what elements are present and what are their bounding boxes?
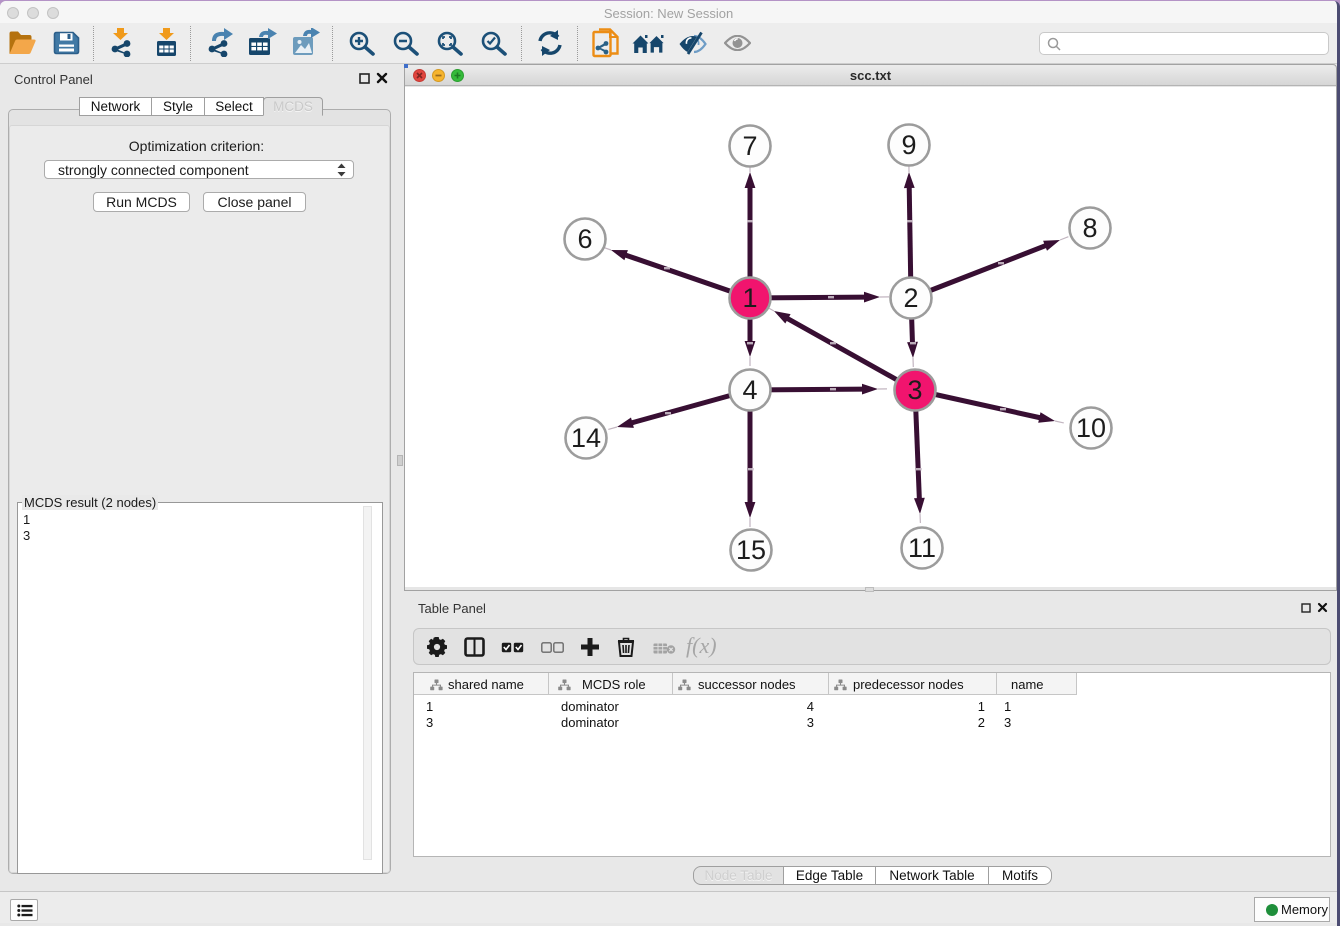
svg-text:15: 15 [736,535,766,565]
svg-text:8: 8 [1082,213,1097,243]
svg-text:9: 9 [901,130,916,160]
svg-text:4: 4 [742,375,757,405]
svg-text:7: 7 [742,131,757,161]
svg-text:1: 1 [742,283,757,313]
svg-text:3: 3 [907,375,922,405]
svg-text:11: 11 [908,533,936,563]
svg-text:2: 2 [903,283,918,313]
svg-text:6: 6 [577,224,592,254]
svg-text:14: 14 [571,423,601,453]
svg-text:10: 10 [1076,413,1106,443]
